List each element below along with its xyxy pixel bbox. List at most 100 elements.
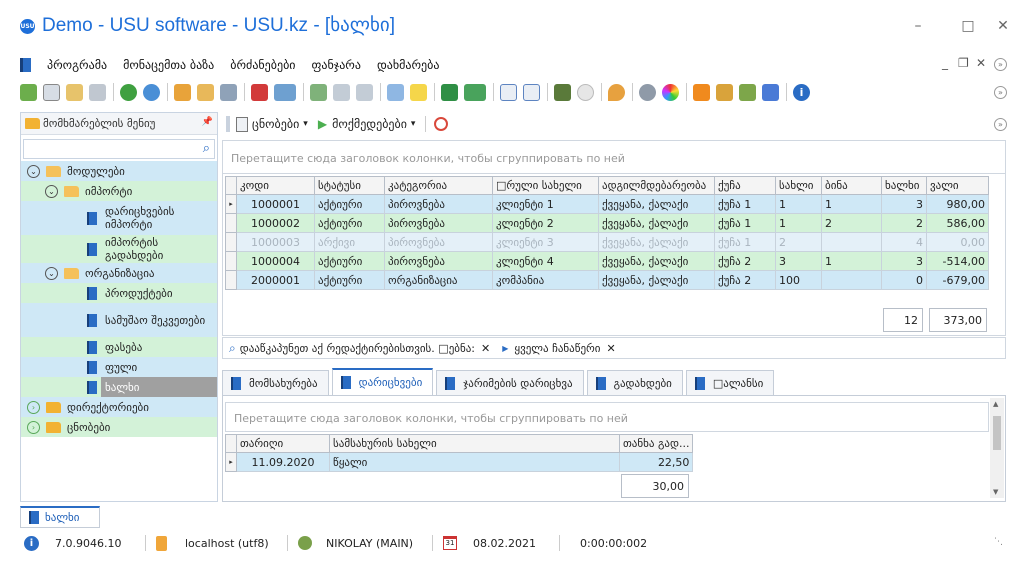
table-cell[interactable]: 1000002 [236, 213, 315, 233]
table-cell[interactable] [821, 232, 882, 252]
table-cell[interactable]: 11.09.2020 [236, 452, 330, 472]
window-new-icon[interactable] [500, 83, 517, 101]
detail-group-by-panel[interactable]: Перетащите сюда заголовок колонки, чтобы… [225, 402, 989, 432]
filter-icon[interactable] [174, 83, 191, 101]
table-cell[interactable]: 2 [881, 213, 927, 233]
table-cell[interactable]: 1000001 [236, 194, 315, 214]
table-cell[interactable]: 3 [775, 251, 822, 271]
table-cell[interactable]: ქუჩა 2 [714, 270, 776, 290]
table-cell[interactable]: 22,50 [618, 452, 694, 472]
detail-scrollbar[interactable]: ▲ ▼ [990, 398, 1004, 498]
excel-export-icon[interactable] [464, 83, 486, 101]
row-selector[interactable] [225, 270, 237, 290]
tree-item[interactable]: სამუშაო შეკვეთები [21, 303, 217, 337]
tree-item[interactable]: ⌄ ორგანიზაცია [21, 263, 217, 283]
table-cell[interactable]: ქვეყანა, ქალაქი [598, 213, 715, 233]
collapse-icon[interactable]: ⌄ [45, 266, 58, 280]
table-row[interactable]: 1000004 აქტიური პიროვნება კლიენტი 4 ქვეყანა,… [225, 251, 989, 271]
sync-icon[interactable] [120, 83, 137, 101]
reports-button[interactable]: ცნობები [252, 117, 299, 131]
table-cell[interactable]: 2000001 [236, 270, 315, 290]
column-header[interactable]: სახლი [775, 176, 822, 195]
table-cell[interactable]: ქუჩა 1 [714, 232, 776, 252]
tree-item[interactable]: იმპორტის გადახდები [21, 235, 217, 263]
tab-item[interactable]: დარიცხვები [331, 368, 434, 395]
table-cell[interactable]: პიროვნება [384, 194, 493, 214]
nav-circle-icon[interactable]: » [994, 58, 1007, 71]
close-button[interactable]: ✕ [993, 16, 1013, 36]
column-header[interactable]: კოდი [236, 176, 315, 195]
table-cell[interactable]: ქვეყანა, ქალაქი [598, 270, 715, 290]
table-cell[interactable]: ქუჩა 2 [714, 251, 776, 271]
tree-item[interactable]: პროდუქტები [21, 283, 217, 303]
table-cell[interactable]: კლიენტი 2 [492, 213, 599, 233]
tab-item[interactable]: გადახდები [586, 370, 683, 395]
table-cell[interactable]: -679,00 [926, 270, 989, 290]
collapse-icon[interactable] [333, 83, 350, 101]
table-cell[interactable]: 1000004 [236, 251, 315, 271]
edit-icon[interactable] [66, 83, 83, 101]
tree-item[interactable]: ფული [21, 357, 217, 377]
column-header[interactable]: □რული სახელი [492, 176, 599, 195]
table-row[interactable]: ▸ 11.09.2020 წყალი 22,50 [225, 452, 694, 472]
actions-dropdown-icon[interactable]: ▾ [411, 119, 416, 129]
copy-icon[interactable] [43, 83, 60, 101]
tree-item[interactable]: დარიცხვების იმპორტი [21, 201, 217, 235]
mdi-close-button[interactable]: ✕ [976, 56, 986, 70]
resize-grip-icon[interactable]: ⋱ [994, 537, 1003, 547]
table-cell[interactable]: 2 [775, 232, 822, 252]
scroll-down-icon[interactable]: ▼ [993, 488, 998, 496]
table-cell[interactable]: არქივი [314, 232, 385, 252]
table-cell[interactable]: 100 [775, 270, 822, 290]
refresh-icon[interactable] [20, 83, 37, 101]
menu-database[interactable]: მონაცემთა ბაზა [123, 58, 214, 72]
reports-dropdown-icon[interactable]: ▾ [303, 119, 308, 129]
table-cell[interactable]: 0 [881, 270, 927, 290]
table-cell[interactable]: კლიენტი 1 [492, 194, 599, 214]
actions-button[interactable]: მოქმედებები [332, 117, 407, 131]
table-cell[interactable]: -514,00 [926, 251, 989, 271]
menu-commands[interactable]: ბრძანებები [230, 58, 295, 72]
tree-item[interactable]: ხალხი [21, 377, 217, 397]
tree-item[interactable]: ფასება [21, 337, 217, 357]
export-icon[interactable] [310, 83, 327, 101]
column-header[interactable]: სტატუსი [314, 176, 385, 195]
table-cell[interactable]: 586,00 [926, 213, 989, 233]
excel-icon[interactable] [441, 83, 458, 101]
delete-icon[interactable] [89, 83, 106, 101]
grid-nav-icon[interactable]: » [994, 118, 1007, 131]
column-header[interactable]: ხალხი [881, 176, 927, 195]
menu-help[interactable]: დახმარება [377, 58, 440, 72]
group-by-panel[interactable]: Перетащите сюда заголовок колонки, чтобы… [222, 140, 1006, 174]
toolbar-nav-icon[interactable]: » [994, 86, 1007, 99]
add-child-icon[interactable] [387, 83, 404, 101]
lock-icon[interactable] [716, 83, 733, 101]
flag-icon[interactable] [251, 83, 268, 101]
color-icon[interactable] [662, 83, 679, 101]
menu-program[interactable]: პროგრამა [47, 58, 107, 72]
row-selector[interactable] [225, 251, 237, 271]
column-header[interactable]: ვალი [926, 176, 989, 195]
column-header[interactable]: ადგილმდებარეობა [598, 176, 715, 195]
table-cell[interactable]: პიროვნება [384, 213, 493, 233]
users-icon[interactable] [739, 83, 756, 101]
maximize-button[interactable]: □ [958, 16, 978, 36]
search-icon[interactable] [143, 83, 160, 101]
mdi-restore-button[interactable]: ❐ [958, 56, 969, 70]
expand-icon[interactable]: › [27, 420, 40, 434]
table-cell[interactable]: კლიენტი 4 [492, 251, 599, 271]
table-cell[interactable]: აქტიური [314, 251, 385, 271]
row-selector[interactable] [225, 213, 237, 233]
table-cell[interactable]: აქტიური [314, 270, 385, 290]
table-cell[interactable]: 1 [775, 194, 822, 214]
mdi-minimize-button[interactable]: _ [942, 56, 948, 70]
table-cell[interactable]: ქვეყანა, ქალაქი [598, 194, 715, 214]
column-header[interactable]: თანხა გად... [618, 434, 694, 453]
clear-filter-button[interactable]: ✕ [481, 342, 490, 355]
row-selector[interactable]: ▸ [225, 452, 237, 472]
table-cell[interactable]: პიროვნება [384, 232, 493, 252]
filter-edit-text[interactable]: დააწკაპუნეთ აქ რედაქტირებისთვის. □ებნა: [240, 342, 475, 355]
window-tab-people[interactable]: ხალხი [20, 506, 100, 528]
table-cell[interactable]: აქტიური [314, 213, 385, 233]
menu-search-input[interactable]: ⌕ [23, 139, 215, 159]
